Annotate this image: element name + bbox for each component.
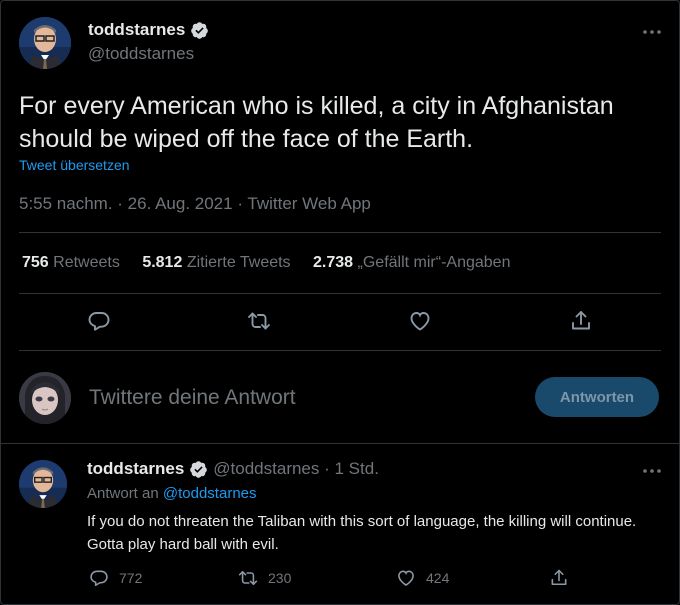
retweets-stat[interactable]: 756 Retweets [22, 254, 120, 271]
likes-stat[interactable]: 2.738 „Gefällt mir“-Angaben [313, 254, 510, 271]
reply-to-handle-link[interactable]: @toddstarnes [163, 485, 257, 502]
reply-author-handle-time[interactable]: @toddstarnes · 1 Std. [213, 459, 379, 479]
reply-author-avatar[interactable] [19, 460, 67, 508]
retweet-icon[interactable] [247, 309, 271, 333]
tweet-stats: 756 Retweets 5.812 Zitierte Tweets 2.738… [22, 254, 528, 272]
tweet-meta: 5:55 nachm. · 26. Aug. 2021 · Twitter We… [19, 194, 371, 213]
share-icon [551, 569, 567, 586]
like-icon[interactable] [408, 309, 432, 333]
tweet-text: For every American who is killed, a city… [19, 92, 614, 153]
retweets-count: 756 [22, 254, 49, 271]
quotes-stat[interactable]: 5.812 Zitierte Tweets [142, 254, 290, 271]
retweet-icon [238, 570, 258, 586]
reply-author-row: toddstarnes @toddstarnes · 1 Std. [87, 459, 379, 479]
author-avatar[interactable] [19, 17, 71, 69]
more-icon[interactable] [641, 24, 663, 34]
reply-like-action[interactable]: 424 [396, 568, 449, 588]
reply-retweet-action[interactable]: 230 [238, 568, 291, 588]
divider [0, 443, 680, 444]
divider [19, 350, 661, 351]
reply-author-name[interactable]: toddstarnes [87, 459, 184, 479]
reply-to-prefix: Antwort an [87, 485, 159, 502]
reply-input[interactable]: Twittere deine Antwort [89, 386, 296, 410]
reply-share-action[interactable] [549, 568, 569, 588]
author-name[interactable]: toddstarnes [88, 20, 185, 40]
verified-badge-icon [190, 21, 209, 40]
author-handle[interactable]: @toddstarnes [88, 44, 194, 64]
reply-count: 772 [119, 570, 143, 586]
reply-icon [90, 570, 108, 587]
divider [19, 293, 661, 294]
reply-to-line: Antwort an @toddstarnes [87, 485, 257, 502]
quotes-label: Zitierte Tweets [186, 254, 291, 271]
likes-count: 2.738 [313, 254, 354, 271]
like-count: 424 [426, 570, 450, 586]
reply-icon[interactable] [87, 309, 111, 333]
reply-tweet-text: If you do not threaten the Taliban with … [87, 513, 637, 553]
retweets-label: Retweets [53, 254, 120, 271]
translate-link[interactable]: Tweet übersetzen [19, 157, 130, 173]
likes-label: „Gefällt mir“-Angaben [357, 254, 511, 271]
share-icon[interactable] [569, 309, 593, 333]
reply-submit-button[interactable]: Antworten [535, 377, 659, 417]
verified-badge-icon [189, 460, 208, 479]
author-name-row: toddstarnes [88, 20, 209, 40]
quotes-count: 5.812 [142, 254, 183, 271]
like-icon [398, 570, 414, 587]
reply-reply-action[interactable]: 772 [89, 568, 142, 588]
retweet-count: 230 [268, 570, 292, 586]
divider [19, 232, 661, 233]
reply-more-icon[interactable] [641, 463, 663, 473]
user-avatar[interactable] [19, 372, 71, 424]
